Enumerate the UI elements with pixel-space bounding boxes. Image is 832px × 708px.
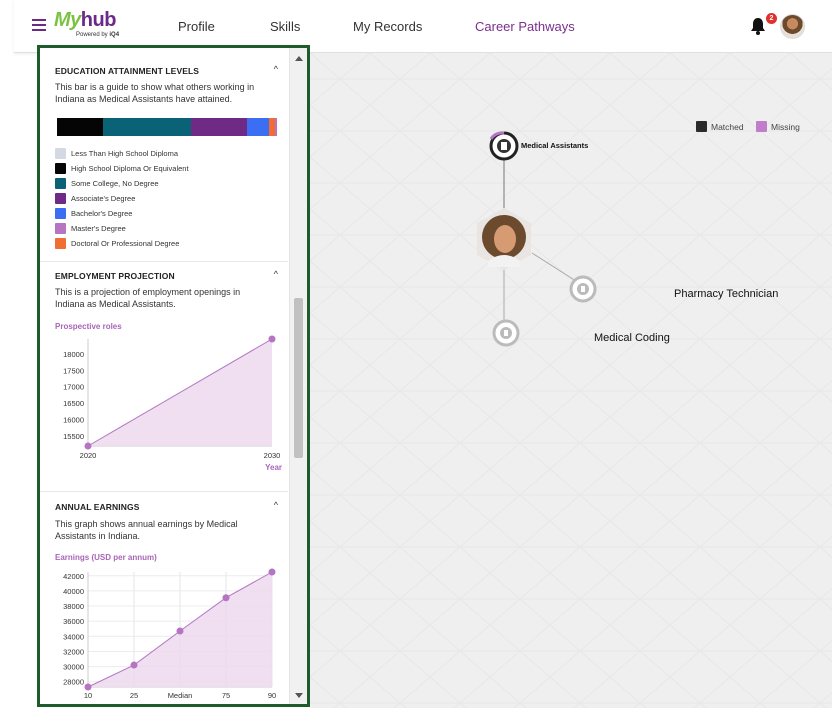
legend-swatch (55, 208, 66, 219)
data-point (84, 683, 92, 691)
legend-label: Associate's Degree (71, 194, 136, 203)
legend-label: Doctoral Or Professional Degree (71, 239, 180, 248)
data-point (130, 661, 138, 669)
data-point (222, 594, 230, 602)
x-axis-label: Year (265, 463, 282, 472)
y-tick-label: 16000 (63, 416, 84, 425)
earnings-section: ANNUAL EARNINGS ^ This graph shows annua… (40, 492, 288, 704)
legend-label: Less Than High School Diploma (71, 149, 179, 158)
legend-swatch (55, 193, 66, 204)
node-pharmacy-technician-icon[interactable] (569, 275, 597, 303)
education-bar-segment (57, 118, 103, 136)
node-medical-assistants-icon[interactable] (489, 131, 519, 161)
hamburger-menu-icon[interactable] (32, 19, 46, 31)
employment-title: EMPLOYMENT PROJECTION (55, 271, 175, 281)
logo-wordmark: Myhub (54, 9, 116, 31)
y-tick-label: 17000 (63, 383, 84, 392)
nav-my-records[interactable]: My Records (353, 19, 422, 34)
earnings-title: ANNUAL EARNINGS (55, 502, 140, 512)
bell-icon[interactable] (750, 17, 766, 35)
legend-swatch (55, 178, 66, 189)
scrollbar-thumb[interactable] (294, 298, 303, 458)
education-title: EDUCATION ATTAINMENT LEVELS (55, 66, 200, 76)
employment-collapse-toggle[interactable]: ^ (274, 269, 278, 279)
node-label-pharmacy-technician[interactable]: Pharmacy Technician (674, 288, 778, 300)
y-tick-label: 36000 (63, 617, 84, 626)
legend-swatch (55, 148, 66, 159)
user-avatar[interactable] (780, 14, 805, 39)
x-tick-label: Median (168, 691, 193, 700)
panel-content: EDUCATION ATTAINMENT LEVELS ^ This bar i… (40, 48, 288, 704)
legend-label: Bachelor's Degree (71, 209, 133, 218)
employment-projection-chart: 15500 16000 16500 17000 17500 18000 2020 2030 Ye… (63, 335, 282, 472)
education-attainment-bar (57, 118, 279, 136)
scroll-up-arrow-icon[interactable] (295, 56, 303, 61)
education-description: This bar is a guide to show what others … (55, 82, 255, 104)
nav-career-pathways[interactable]: Career Pathways (475, 19, 575, 34)
y-tick-label: 34000 (63, 632, 84, 641)
y-tick-label: 32000 (63, 647, 84, 656)
y-tick-label: 42000 (63, 572, 84, 581)
data-point (84, 442, 92, 450)
career-map[interactable]: Matched Missing Medical Assistants Pharm… (310, 53, 832, 708)
data-point (176, 627, 184, 635)
details-side-panel[interactable]: EDUCATION ATTAINMENT LEVELS ^ This bar i… (37, 45, 310, 707)
education-bar-segment (274, 118, 277, 136)
education-bar-segment (102, 118, 192, 136)
earnings-chart-ylabel: Earnings (USD per annum) (55, 553, 157, 562)
x-tick-label: 10 (84, 691, 92, 700)
nav-profile[interactable]: Profile (178, 19, 215, 34)
y-tick-label: 30000 (63, 663, 84, 672)
education-collapse-toggle[interactable]: ^ (274, 64, 278, 74)
y-tick-label: 38000 (63, 602, 84, 611)
y-tick-label: 28000 (63, 678, 84, 687)
annual-earnings-chart: 28000 30000 32000 34000 36000 38000 40000 42000… (63, 568, 276, 700)
panel-scrollbar[interactable] (289, 48, 307, 704)
node-label-medical-coding[interactable]: Medical Coding (594, 332, 670, 344)
employment-description: This is a projection of employment openi… (55, 287, 241, 309)
y-tick-label: 40000 (63, 587, 84, 596)
legend-label: Master's Degree (71, 224, 126, 233)
notification-count-badge: 2 (766, 13, 777, 24)
data-point (268, 568, 276, 576)
legend-swatch (55, 223, 66, 234)
x-tick-label: 2030 (264, 451, 281, 460)
earnings-collapse-toggle[interactable]: ^ (274, 500, 278, 510)
y-tick-label: 16500 (63, 399, 84, 408)
y-tick-label: 17500 (63, 366, 84, 375)
myhub-logo[interactable]: Myhub Powered by iQ4 (54, 9, 134, 41)
career-graph (477, 131, 597, 347)
legend-label: Some College, No Degree (71, 179, 159, 188)
y-tick-label: 15500 (63, 432, 84, 441)
legend-label: High School Diploma Or Equivalent (71, 164, 189, 173)
center-avatar[interactable] (477, 208, 531, 270)
education-bar-segment (246, 118, 269, 136)
x-tick-label: 90 (268, 691, 276, 700)
nav-skills[interactable]: Skills (270, 19, 300, 34)
legend-swatch (55, 163, 66, 174)
data-point (268, 335, 276, 343)
node-medical-coding-icon[interactable] (492, 319, 520, 347)
logo-powered-by: Powered by iQ4 (76, 32, 120, 38)
education-bar-segment (191, 118, 247, 136)
node-label-medical-assistants[interactable]: Medical Assistants (521, 141, 588, 150)
x-tick-label: 25 (130, 691, 138, 700)
earnings-description: This graph shows annual earnings by Medi… (55, 519, 238, 541)
education-section: EDUCATION ATTAINMENT LEVELS ^ This bar i… (40, 48, 288, 262)
scroll-down-arrow-icon[interactable] (295, 693, 303, 698)
y-tick-label: 18000 (63, 350, 84, 359)
employment-section: EMPLOYMENT PROJECTION ^ This is a projec… (40, 262, 288, 492)
x-tick-label: 2020 (80, 451, 97, 460)
x-tick-label: 75 (222, 691, 230, 700)
legend-swatch (55, 238, 66, 249)
